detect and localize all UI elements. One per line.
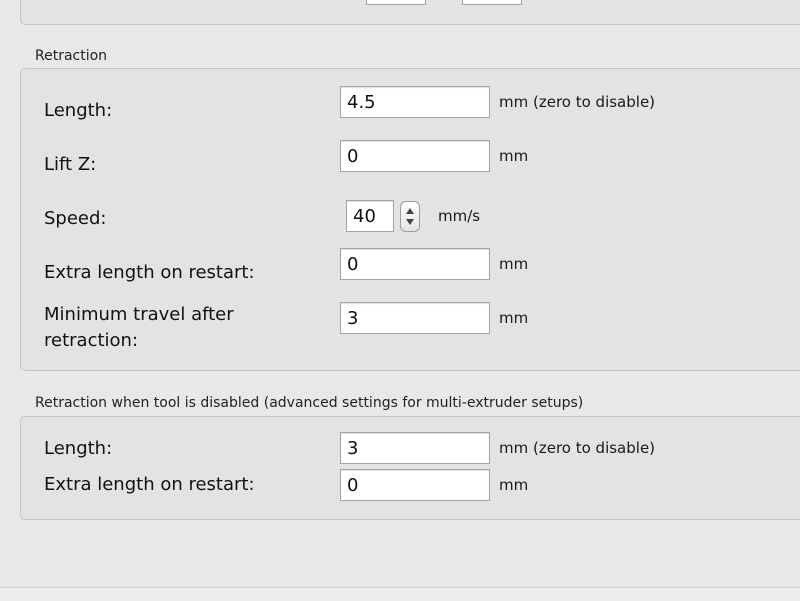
retraction-length-input[interactable] [340, 86, 490, 118]
retraction-length-label: Length: [44, 100, 113, 121]
speed-label: Speed: [44, 208, 107, 229]
tool-disabled-extra-length-input[interactable] [340, 469, 490, 501]
stepper-down-icon[interactable] [406, 219, 414, 225]
extra-length-label: Extra length on restart: [44, 262, 255, 283]
extra-length-input[interactable] [340, 248, 490, 280]
tool-disabled-extra-length-label: Extra length on restart: [44, 474, 255, 495]
speed-unit: mm/s [438, 207, 481, 225]
previous-field-2[interactable] [462, 0, 522, 5]
lift-z-input[interactable] [340, 140, 490, 172]
speed-stepper[interactable] [400, 201, 420, 232]
extra-length-unit: mm [499, 255, 529, 273]
min-travel-unit: mm [499, 309, 529, 327]
tool-disabled-extra-length-unit: mm [499, 476, 529, 494]
tool-disabled-length-label: Length: [44, 438, 113, 459]
min-travel-label: Minimum travel after retraction: [44, 304, 234, 351]
speed-input[interactable] [346, 200, 394, 232]
min-travel-input[interactable] [340, 302, 490, 334]
lift-z-label: Lift Z: [44, 154, 97, 175]
lift-z-unit: mm [499, 147, 529, 165]
retraction-group-title: Retraction [35, 48, 108, 64]
previous-field-1[interactable] [366, 0, 426, 5]
bottom-bar [0, 587, 800, 601]
retraction-length-unit: mm (zero to disable) [499, 93, 656, 111]
stepper-up-icon[interactable] [406, 208, 414, 214]
tool-disabled-group-title: Retraction when tool is disabled (advanc… [35, 395, 584, 411]
tool-disabled-length-input[interactable] [340, 432, 490, 464]
tool-disabled-length-unit: mm (zero to disable) [499, 439, 656, 457]
